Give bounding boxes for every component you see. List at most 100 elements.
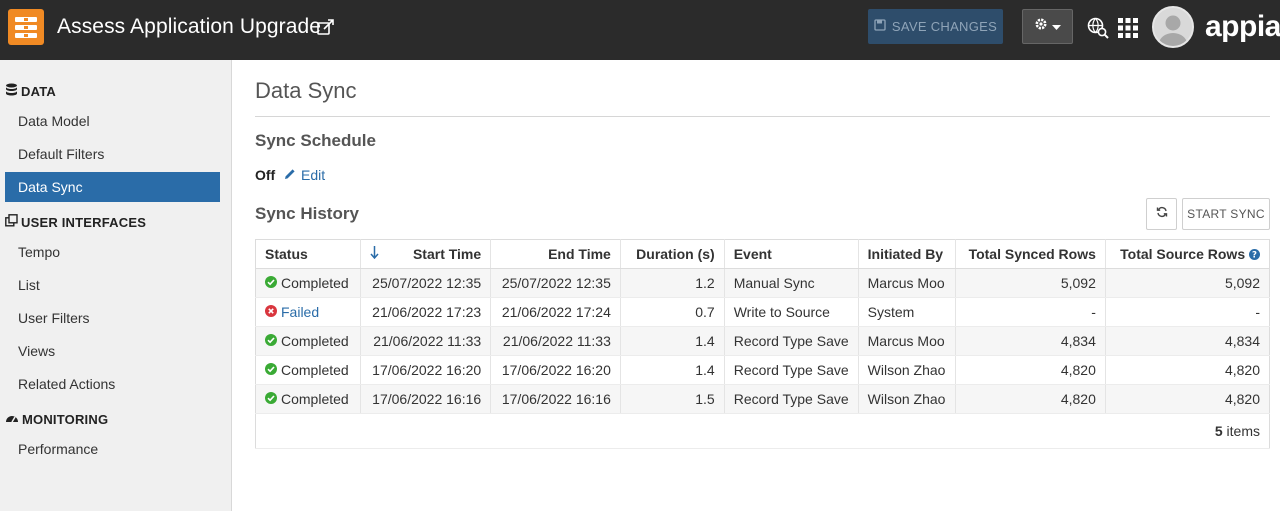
table-row: Failed 21/06/2022 17:23 21/06/2022 17:24… [255, 297, 1270, 327]
initiated-by-cell: Wilson Zhao [858, 355, 957, 385]
title-divider [255, 116, 1270, 117]
refresh-icon [1156, 205, 1168, 223]
interfaces-icon [5, 214, 18, 230]
error-circle-icon [265, 304, 277, 320]
status-cell: Completed [255, 268, 362, 298]
column-header-total-synced-rows[interactable]: Total Synced Rows [955, 239, 1106, 269]
column-header-initiated-by[interactable]: Initiated By [858, 239, 957, 269]
synced-rows-cell: - [955, 297, 1106, 327]
failed-status-link[interactable]: Failed [281, 304, 319, 320]
check-circle-icon [265, 391, 277, 407]
status-cell: Completed [255, 384, 362, 414]
sidebar-item-data-sync[interactable]: Data Sync [5, 172, 220, 202]
sidebar-item-views[interactable]: Views [5, 336, 220, 366]
sort-descending-icon [370, 246, 380, 262]
sync-history-table: Status Start Time End Time Duration (s) … [255, 239, 1270, 449]
initiated-by-cell: Marcus Moo [858, 268, 957, 298]
start-sync-button[interactable]: START SYNC [1182, 198, 1270, 230]
source-rows-cell: 4,834 [1105, 326, 1270, 356]
column-header-duration[interactable]: Duration (s) [620, 239, 725, 269]
table-header-row: Status Start Time End Time Duration (s) … [255, 239, 1270, 269]
sync-schedule-heading: Sync Schedule [255, 131, 376, 150]
top-header: Assess Application Upgrade SAVE CHANGES … [0, 0, 1280, 60]
table-footer-row: 5 items [255, 413, 1270, 449]
event-cell: Record Type Save [724, 326, 859, 356]
status-text: Completed [281, 391, 349, 407]
edit-schedule-link[interactable]: Edit [284, 166, 325, 184]
search-globe-icon[interactable] [1086, 16, 1110, 40]
app-title: Assess Application Upgrade [57, 15, 322, 38]
start-time-cell: 21/06/2022 11:33 [360, 326, 492, 356]
status-text: Completed [281, 362, 349, 378]
sync-schedule-value: Off [255, 167, 276, 183]
initiated-by-cell: Wilson Zhao [858, 384, 957, 414]
sidebar-item-list[interactable]: List [5, 270, 220, 300]
help-icon[interactable]: ? [1249, 247, 1260, 263]
check-circle-icon [265, 275, 277, 291]
column-header-status[interactable]: Status [255, 239, 362, 269]
column-header-start-time-label: Start Time [412, 246, 482, 262]
duration-cell: 0.7 [620, 297, 725, 327]
item-count-label: items [1226, 423, 1260, 439]
initiated-by-cell: Marcus Moo [858, 326, 957, 356]
end-time-cell: 21/06/2022 11:33 [490, 326, 621, 356]
page-title: Data Sync [255, 78, 357, 103]
section-user-interfaces: USER INTERFACES [5, 214, 146, 230]
event-cell: Write to Source [724, 297, 859, 327]
start-time-cell: 25/07/2022 12:35 [360, 268, 492, 298]
sidebar-item-default-filters[interactable]: Default Filters [5, 139, 220, 169]
duration-cell: 1.2 [620, 268, 725, 298]
item-count-number: 5 [1214, 423, 1223, 439]
column-header-event[interactable]: Event [724, 239, 859, 269]
sidebar-item-performance[interactable]: Performance [5, 434, 220, 464]
caret-down-icon [1052, 18, 1061, 36]
start-time-cell: 17/06/2022 16:16 [360, 384, 492, 414]
start-time-cell: 21/06/2022 17:23 [360, 297, 492, 327]
section-data: DATA [5, 83, 56, 99]
main-content: Data Sync Sync Schedule Off Edit Sync Hi… [232, 60, 1280, 511]
pencil-icon [284, 166, 296, 184]
sidebar-item-data-model[interactable]: Data Model [5, 106, 220, 136]
section-data-label: DATA [21, 83, 56, 99]
end-time-cell: 25/07/2022 12:35 [490, 268, 621, 298]
event-cell: Record Type Save [724, 355, 859, 385]
refresh-button[interactable] [1146, 198, 1177, 230]
save-icon [874, 19, 886, 34]
duration-cell: 1.5 [620, 384, 725, 414]
status-cell: Completed [255, 355, 362, 385]
check-circle-icon [265, 362, 277, 378]
item-count: 5 items [255, 413, 1270, 449]
table-row: Completed 17/06/2022 16:16 17/06/2022 16… [255, 384, 1270, 414]
table-row: Completed 25/07/2022 12:35 25/07/2022 12… [255, 268, 1270, 298]
sidebar-item-related-actions[interactable]: Related Actions [5, 369, 220, 399]
start-time-cell: 17/06/2022 16:20 [360, 355, 492, 385]
status-text: Completed [281, 333, 349, 349]
source-rows-cell: 5,092 [1105, 268, 1270, 298]
app-logo-icon[interactable] [8, 9, 44, 45]
column-header-total-source-rows[interactable]: Total Source Rows ? [1105, 239, 1270, 269]
settings-menu-button[interactable] [1022, 9, 1073, 44]
column-header-end-time[interactable]: End Time [490, 239, 621, 269]
save-changes-button[interactable]: SAVE CHANGES [868, 9, 1003, 44]
database-icon [5, 83, 18, 99]
apps-grid-icon[interactable] [1117, 17, 1139, 39]
sidebar-item-user-filters[interactable]: User Filters [5, 303, 220, 333]
table-row: Completed 17/06/2022 16:20 17/06/2022 16… [255, 355, 1270, 385]
column-header-start-time[interactable]: Start Time [360, 239, 492, 269]
section-monitoring: MONITORING [5, 412, 108, 427]
check-circle-icon [265, 333, 277, 349]
source-rows-cell: 4,820 [1105, 384, 1270, 414]
end-time-cell: 21/06/2022 17:24 [490, 297, 621, 327]
source-rows-cell: 4,820 [1105, 355, 1270, 385]
source-rows-cell: - [1105, 297, 1270, 327]
status-cell: Failed [255, 297, 362, 327]
sidebar-item-tempo[interactable]: Tempo [5, 237, 220, 267]
open-in-new-icon[interactable] [316, 17, 336, 37]
status-text: Completed [281, 275, 349, 291]
duration-cell: 1.4 [620, 355, 725, 385]
synced-rows-cell: 4,820 [955, 384, 1106, 414]
synced-rows-cell: 5,092 [955, 268, 1106, 298]
synced-rows-cell: 4,834 [955, 326, 1106, 356]
user-avatar[interactable] [1152, 6, 1194, 48]
column-header-total-source-rows-label: Total Source Rows [1120, 245, 1246, 262]
